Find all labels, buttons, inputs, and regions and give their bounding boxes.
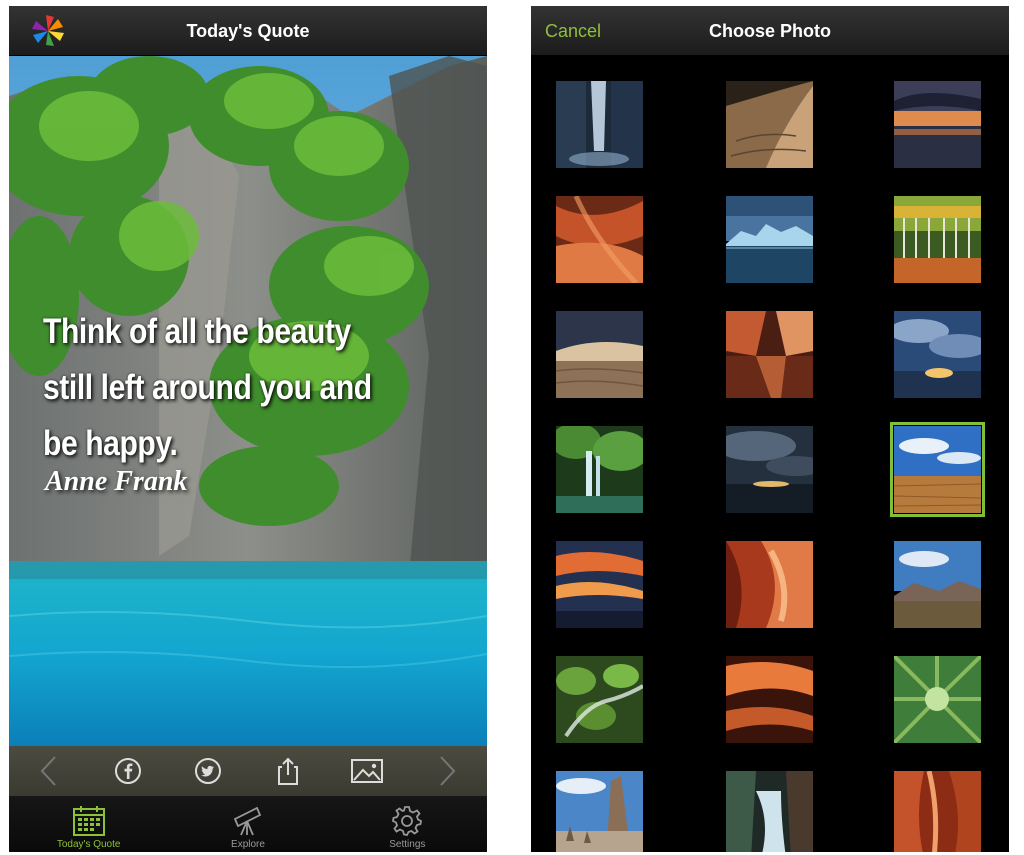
photo-grid (531, 56, 1009, 852)
photo-thumb-desert-blue-sky[interactable] (890, 422, 985, 517)
next-icon (440, 756, 456, 786)
photo-thumb-mossy-stream[interactable] (556, 656, 643, 743)
quote-background-photo: Think of all the beauty still left aroun… (9, 56, 487, 746)
twitter-icon (195, 758, 222, 784)
facebook-share-button[interactable] (108, 751, 148, 791)
photo-thumb-sand-dune[interactable] (726, 81, 813, 168)
photo-thumb-cloud-sunset[interactable] (894, 311, 981, 398)
quote-text: Think of all the beauty still left aroun… (43, 312, 372, 463)
page-title: Choose Photo (709, 21, 831, 41)
action-bar (9, 746, 487, 796)
photo-thumb-sunset-lake[interactable] (894, 81, 981, 168)
photo-thumb-canyon-reflection[interactable] (726, 311, 813, 398)
twitter-share-button[interactable] (188, 751, 228, 791)
photo-thumb-autumn-forest[interactable] (894, 196, 981, 283)
tab-label: Explore (231, 839, 265, 850)
gear-icon (392, 806, 423, 836)
photo-thumb-red-canyon[interactable] (556, 196, 643, 283)
photo-icon (351, 759, 384, 783)
tab-label: Settings (389, 839, 426, 850)
photo-thumb-desert-mountain[interactable] (894, 541, 981, 628)
tab-explore[interactable]: Explore (168, 796, 327, 852)
change-photo-button[interactable] (347, 751, 387, 791)
photo-thumb-cloudy-sunset-sea[interactable] (726, 426, 813, 513)
photo-thumb-jungle-waterfall[interactable] (556, 426, 643, 513)
photo-thumb-slot-canyon[interactable] (726, 541, 813, 628)
nav-bar: Cancel Choose Photo (531, 6, 1009, 56)
previous-icon (40, 756, 56, 786)
today-quote-screen: Today's Quote Think of all the beauty st… (9, 6, 487, 852)
photo-thumb-iceberg[interactable] (726, 196, 813, 283)
photo-thumb-river-gorge[interactable] (726, 771, 813, 852)
facebook-icon (115, 758, 142, 784)
calendar-icon (72, 806, 105, 836)
telescope-icon (233, 806, 262, 836)
tab-bar: Today's Quote Explore Settings (9, 796, 487, 852)
photo-thumb-orange-sky[interactable] (556, 541, 643, 628)
previous-button[interactable] (29, 751, 69, 791)
nav-bar: Today's Quote (9, 6, 487, 56)
photo-thumb-canyon-arch[interactable] (726, 656, 813, 743)
photo-thumb-tall-trees[interactable] (894, 656, 981, 743)
tab-settings[interactable]: Settings (328, 796, 487, 852)
share-button[interactable] (268, 751, 308, 791)
page-title: Today's Quote (186, 21, 310, 41)
photo-thumb-rock-spire[interactable] (556, 771, 643, 852)
photo-thumb-canyon-walls[interactable] (894, 771, 981, 852)
quote-author: Anne Frank (45, 466, 188, 497)
tab-label: Today's Quote (56, 839, 121, 850)
next-button[interactable] (427, 751, 467, 791)
share-icon (277, 757, 298, 785)
photo-thumb-desert-dunes[interactable] (556, 311, 643, 398)
tab-todays-quote[interactable]: Today's Quote (9, 796, 168, 852)
photo-thumb-waterfall[interactable] (556, 81, 643, 168)
choose-photo-screen: Cancel Choose Photo (531, 6, 1009, 852)
